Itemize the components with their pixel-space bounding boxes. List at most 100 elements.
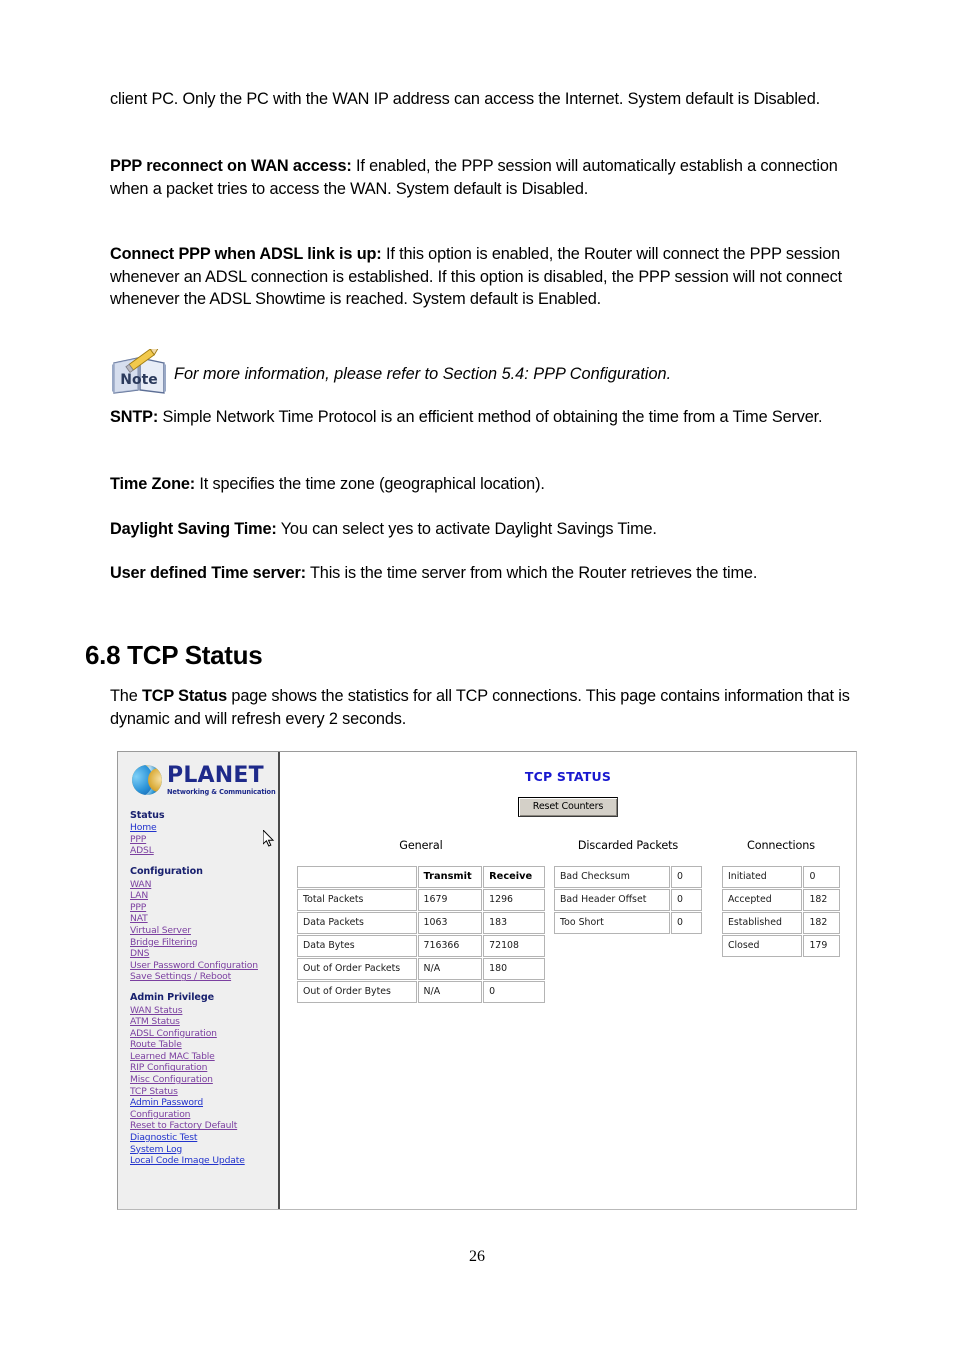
nav-group-status: Status Home PPP ADSL bbox=[130, 810, 278, 857]
intro-bold-term: TCP Status bbox=[141, 687, 228, 705]
sidebar-item-virtual-server[interactable]: Virtual Server bbox=[130, 925, 278, 937]
sidebar-item-dns[interactable]: DNS bbox=[130, 948, 278, 960]
row-label-bad-checksum: Bad Checksum bbox=[554, 866, 670, 888]
planet-logo-name: PLANET bbox=[167, 763, 264, 788]
cell-too-short-value: 0 bbox=[670, 912, 702, 934]
connections-table-caption: Connections bbox=[746, 839, 816, 852]
paragraph-text: You can select yes to activate Daylight … bbox=[276, 520, 657, 538]
general-table-block: General Transmit Receive Total Packets 1… bbox=[296, 839, 546, 1004]
cell-data-packets-receive: 183 bbox=[483, 912, 545, 934]
term-label: Time Zone: bbox=[110, 475, 196, 493]
sidebar-item-learned-mac-table[interactable]: Learned MAC Table bbox=[130, 1051, 278, 1063]
table-row: Closed 179 bbox=[722, 935, 840, 957]
table-row: Data Bytes 716366 72108 bbox=[297, 935, 545, 957]
table-row: Initiated 0 bbox=[722, 866, 840, 888]
sidebar-item-ppp[interactable]: PPP bbox=[130, 902, 278, 914]
term-label: Connect PPP when ADSL link is up: bbox=[110, 245, 382, 263]
nav-group-heading-configuration: Configuration bbox=[130, 865, 203, 877]
paragraph-text: This is the time server from which the R… bbox=[305, 564, 758, 582]
sidebar-item-adsl-configuration[interactable]: ADSL Configuration bbox=[130, 1028, 278, 1040]
planet-logo: PLANET Networking & Communication bbox=[118, 752, 278, 796]
sidebar-item-home[interactable]: Home bbox=[130, 822, 278, 834]
paragraph-time-server: User defined Time server: This is the ti… bbox=[110, 562, 870, 585]
cell-established-value: 182 bbox=[803, 912, 840, 934]
router-sidebar: PLANET Networking & Communication Status… bbox=[118, 752, 280, 1209]
page-title: TCP STATUS bbox=[524, 769, 612, 784]
paragraph-client-pc: client PC. Only the PC with the WAN IP a… bbox=[110, 88, 870, 111]
sidebar-item-wan[interactable]: WAN bbox=[130, 879, 278, 891]
sidebar-item-nat[interactable]: NAT bbox=[130, 913, 278, 925]
cell-total-packets-receive: 1296 bbox=[483, 889, 545, 911]
row-label-total-packets: Total Packets bbox=[297, 889, 417, 911]
cell-data-bytes-transmit: 716366 bbox=[417, 935, 483, 957]
planet-logo-tagline: Networking & Communication bbox=[167, 788, 276, 796]
term-label: PPP reconnect on WAN access: bbox=[110, 157, 352, 175]
paragraph-text: Simple Network Time Protocol is an effic… bbox=[158, 408, 823, 426]
planet-logo-type: PLANET Networking & Communication bbox=[167, 765, 276, 796]
cell-data-packets-transmit: 1063 bbox=[417, 912, 483, 934]
column-header-transmit: Transmit bbox=[417, 866, 483, 888]
sidebar-item-status-ppp[interactable]: PPP bbox=[130, 834, 278, 846]
sidebar-item-bridge-filtering[interactable]: Bridge Filtering bbox=[130, 937, 278, 949]
sidebar-item-route-table[interactable]: Route Table bbox=[130, 1039, 278, 1051]
sidebar-item-save-settings-reboot[interactable]: Save Settings / Reboot bbox=[130, 971, 278, 983]
note-callout: Note For more information, please refer … bbox=[110, 346, 880, 395]
paragraph-daylight-saving: Daylight Saving Time: You can select yes… bbox=[110, 518, 870, 541]
column-header-receive: Receive bbox=[483, 866, 545, 888]
paragraph-text: client PC. Only the PC with the WAN IP a… bbox=[110, 90, 820, 108]
row-label-established: Established bbox=[722, 912, 803, 934]
table-header-row: Transmit Receive bbox=[297, 866, 545, 888]
paragraph-text: It specifies the time zone (geographical… bbox=[195, 475, 545, 493]
sidebar-item-status-adsl[interactable]: ADSL bbox=[130, 845, 278, 857]
sidebar-item-misc-configuration[interactable]: Misc Configuration bbox=[130, 1074, 278, 1086]
table-row: Data Packets 1063 183 bbox=[297, 912, 545, 934]
mouse-cursor-icon bbox=[262, 828, 275, 848]
paragraph-connect-ppp: Connect PPP when ADSL link is up: If thi… bbox=[110, 243, 870, 311]
sidebar-item-system-log[interactable]: System Log bbox=[130, 1144, 278, 1156]
discarded-table-caption: Discarded Packets bbox=[577, 839, 679, 852]
row-label-initiated: Initiated bbox=[722, 866, 803, 888]
term-label: SNTP: bbox=[110, 408, 159, 426]
table-row: Bad Header Offset 0 bbox=[554, 889, 702, 911]
table-row: Bad Checksum 0 bbox=[554, 866, 702, 888]
cell-closed-value: 179 bbox=[803, 935, 840, 957]
paragraph-ppp-reconnect: PPP reconnect on WAN access: If enabled,… bbox=[110, 155, 870, 200]
paragraph-time-zone: Time Zone: It specifies the time zone (g… bbox=[110, 473, 870, 496]
sidebar-item-lan[interactable]: LAN bbox=[130, 890, 278, 902]
page-number: 26 bbox=[469, 1248, 485, 1265]
row-label-accepted: Accepted bbox=[722, 889, 803, 911]
nav-group-heading-status: Status bbox=[130, 809, 165, 821]
note-book-icon: Note bbox=[110, 346, 172, 395]
table-row: Too Short 0 bbox=[554, 912, 702, 934]
planet-globe-icon bbox=[132, 765, 162, 796]
nav-group-heading-admin-privilege: Admin Privilege bbox=[130, 991, 215, 1003]
table-row: Total Packets 1679 1296 bbox=[297, 889, 545, 911]
table-row: Accepted 182 bbox=[722, 889, 840, 911]
table-row: Out of Order Packets N/A 180 bbox=[297, 958, 545, 980]
sidebar-item-user-password-configuration[interactable]: User Password Configuration bbox=[130, 960, 278, 972]
row-label-data-bytes: Data Bytes bbox=[297, 935, 417, 957]
term-label: Daylight Saving Time: bbox=[110, 520, 277, 538]
reset-counters-button[interactable]: Reset Counters bbox=[517, 797, 619, 817]
row-label-too-short: Too Short bbox=[554, 912, 670, 934]
cell-accepted-value: 182 bbox=[803, 889, 840, 911]
sidebar-item-wan-status[interactable]: WAN Status bbox=[130, 1005, 278, 1017]
sidebar-item-rip-configuration[interactable]: RIP Configuration bbox=[130, 1062, 278, 1074]
sidebar-item-diagnostic-test[interactable]: Diagnostic Test bbox=[130, 1132, 278, 1144]
router-nav-menu: Status Home PPP ADSL Configuration WAN L… bbox=[118, 796, 278, 1167]
discarded-packets-table: Bad Checksum 0 Bad Header Offset 0 Too S… bbox=[553, 865, 703, 935]
intro-part-one: The bbox=[110, 687, 142, 705]
sidebar-item-tcp-status[interactable]: TCP Status bbox=[130, 1086, 278, 1098]
sidebar-item-admin-password[interactable]: Admin Password bbox=[130, 1097, 278, 1109]
cell-data-bytes-receive: 72108 bbox=[483, 935, 545, 957]
sidebar-item-reset-to-factory-default[interactable]: Reset to Factory Default bbox=[130, 1120, 278, 1132]
row-label-data-packets: Data Packets bbox=[297, 912, 417, 934]
general-corner-cell bbox=[297, 866, 417, 888]
sidebar-item-local-code-image-update[interactable]: Local Code Image Update bbox=[130, 1155, 278, 1167]
sidebar-item-atm-status[interactable]: ATM Status bbox=[130, 1016, 278, 1028]
table-row: Out of Order Bytes N/A 0 bbox=[297, 981, 545, 1003]
cell-out-of-order-bytes-transmit: N/A bbox=[417, 981, 483, 1003]
paragraph-tcp-intro: The TCP Status page shows the statistics… bbox=[110, 685, 870, 730]
sidebar-item-configuration[interactable]: Configuration bbox=[130, 1109, 278, 1121]
nav-group-configuration: Configuration WAN LAN PPP NAT Virtual Se… bbox=[130, 866, 278, 983]
